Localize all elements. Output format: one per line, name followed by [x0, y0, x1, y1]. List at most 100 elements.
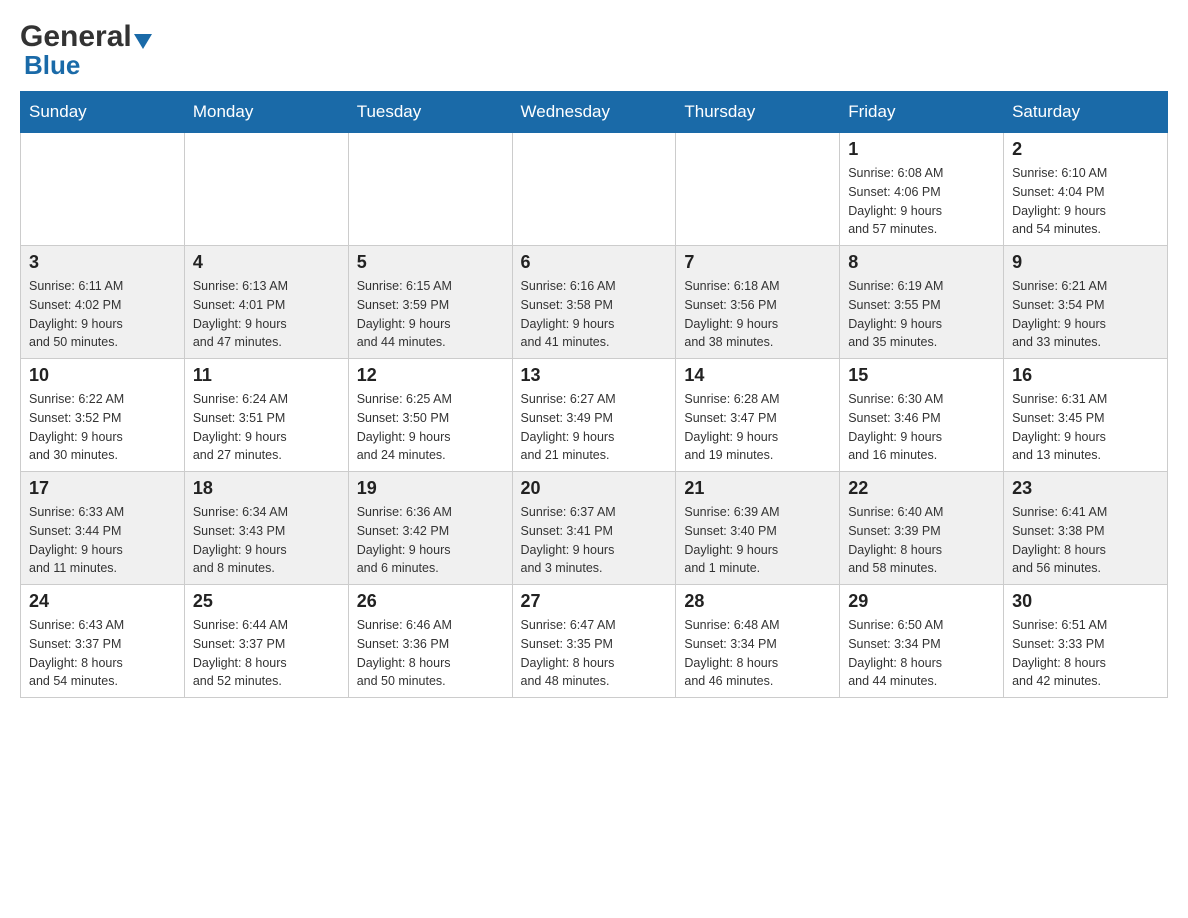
header-cell-friday: Friday [840, 92, 1004, 133]
day-number: 26 [357, 591, 504, 612]
day-number: 17 [29, 478, 176, 499]
day-number: 14 [684, 365, 831, 386]
day-info: Sunrise: 6:28 AM Sunset: 3:47 PM Dayligh… [684, 390, 831, 465]
day-info: Sunrise: 6:40 AM Sunset: 3:39 PM Dayligh… [848, 503, 995, 578]
week-row-3: 10Sunrise: 6:22 AM Sunset: 3:52 PM Dayli… [21, 359, 1168, 472]
day-info: Sunrise: 6:50 AM Sunset: 3:34 PM Dayligh… [848, 616, 995, 691]
day-number: 18 [193, 478, 340, 499]
day-number: 1 [848, 139, 995, 160]
calendar-cell [184, 133, 348, 246]
week-row-4: 17 Sunrise: 6:33 AM Sunset: 3:44 PM Dayli… [21, 472, 1168, 585]
calendar-cell [676, 133, 840, 246]
logo-general-text: General [20, 20, 132, 53]
day-info: Sunrise: 6:21 AM Sunset: 3:54 PM Dayligh… [1012, 277, 1159, 352]
calendar-cell: 25 Sunrise: 6:44 AM Sunset: 3:37 PM Dayli… [184, 585, 348, 698]
calendar-cell [348, 133, 512, 246]
day-info: Sunrise: 6:37 AM Sunset: 3:41 PM Dayligh… [521, 503, 668, 578]
day-info: Sunrise: 6:15 AM Sunset: 3:59 PM Dayligh… [357, 277, 504, 352]
logo-general-blue: General [20, 20, 152, 54]
day-info: Sunrise: 6:25 AM Sunset: 3:50 PM Dayligh… [357, 390, 504, 465]
day-info: Sunrise: 6:16 AM Sunset: 3:58 PM Dayligh… [521, 277, 668, 352]
day-info: Sunrise: 6:11 AM Sunset: 4:02 PM Dayligh… [29, 277, 176, 352]
calendar-cell: 10Sunrise: 6:22 AM Sunset: 3:52 PM Dayli… [21, 359, 185, 472]
day-number: 27 [521, 591, 668, 612]
day-info: Sunrise: 6:43 AM Sunset: 3:37 PM Dayligh… [29, 616, 176, 691]
day-number: 16 [1012, 365, 1159, 386]
day-number: 25 [193, 591, 340, 612]
calendar-cell: 8Sunrise: 6:19 AM Sunset: 3:55 PM Daylig… [840, 246, 1004, 359]
day-number: 3 [29, 252, 176, 273]
day-info: Sunrise: 6:34 AM Sunset: 3:43 PM Dayligh… [193, 503, 340, 578]
day-info: Sunrise: 6:33 AM Sunset: 3:44 PM Dayligh… [29, 503, 176, 578]
logo-triangle-icon [134, 34, 152, 49]
calendar-cell: 23Sunrise: 6:41 AM Sunset: 3:38 PM Dayli… [1004, 472, 1168, 585]
calendar-cell: 3 Sunrise: 6:11 AM Sunset: 4:02 PM Daylig… [21, 246, 185, 359]
day-number: 10 [29, 365, 176, 386]
header-cell-wednesday: Wednesday [512, 92, 676, 133]
day-number: 12 [357, 365, 504, 386]
calendar-cell: 11 Sunrise: 6:24 AM Sunset: 3:51 PM Dayli… [184, 359, 348, 472]
day-info: Sunrise: 6:24 AM Sunset: 3:51 PM Dayligh… [193, 390, 340, 465]
header-cell-saturday: Saturday [1004, 92, 1168, 133]
calendar-cell: 13 Sunrise: 6:27 AM Sunset: 3:49 PM Dayli… [512, 359, 676, 472]
day-number: 7 [684, 252, 831, 273]
day-number: 9 [1012, 252, 1159, 273]
calendar-cell: 16Sunrise: 6:31 AM Sunset: 3:45 PM Dayli… [1004, 359, 1168, 472]
header-cell-sunday: Sunday [21, 92, 185, 133]
day-number: 13 [521, 365, 668, 386]
calendar-cell: 20 Sunrise: 6:37 AM Sunset: 3:41 PM Dayli… [512, 472, 676, 585]
day-number: 5 [357, 252, 504, 273]
day-info: Sunrise: 6:47 AM Sunset: 3:35 PM Dayligh… [521, 616, 668, 691]
calendar-cell: 24 Sunrise: 6:43 AM Sunset: 3:37 PM Dayli… [21, 585, 185, 698]
calendar-cell [512, 133, 676, 246]
calendar-cell: 18 Sunrise: 6:34 AM Sunset: 3:43 PM Dayli… [184, 472, 348, 585]
calendar-body: 1 Sunrise: 6:08 AM Sunset: 4:06 PM Daylig… [21, 133, 1168, 698]
calendar-cell: 27 Sunrise: 6:47 AM Sunset: 3:35 PM Dayli… [512, 585, 676, 698]
day-number: 21 [684, 478, 831, 499]
day-info: Sunrise: 6:13 AM Sunset: 4:01 PM Dayligh… [193, 277, 340, 352]
calendar-header: SundayMondayTuesdayWednesdayThursdayFrid… [21, 92, 1168, 133]
day-number: 19 [357, 478, 504, 499]
week-row-1: 1 Sunrise: 6:08 AM Sunset: 4:06 PM Daylig… [21, 133, 1168, 246]
logo: General Blue [20, 20, 152, 81]
day-number: 30 [1012, 591, 1159, 612]
day-number: 28 [684, 591, 831, 612]
week-row-2: 3 Sunrise: 6:11 AM Sunset: 4:02 PM Daylig… [21, 246, 1168, 359]
calendar-cell: 5 Sunrise: 6:15 AM Sunset: 3:59 PM Daylig… [348, 246, 512, 359]
calendar-cell: 30 Sunrise: 6:51 AM Sunset: 3:33 PM Dayli… [1004, 585, 1168, 698]
day-number: 4 [193, 252, 340, 273]
day-info: Sunrise: 6:10 AM Sunset: 4:04 PM Dayligh… [1012, 164, 1159, 239]
day-number: 20 [521, 478, 668, 499]
day-info: Sunrise: 6:08 AM Sunset: 4:06 PM Dayligh… [848, 164, 995, 239]
day-number: 2 [1012, 139, 1159, 160]
day-info: Sunrise: 6:41 AM Sunset: 3:38 PM Dayligh… [1012, 503, 1159, 578]
calendar-cell: 17 Sunrise: 6:33 AM Sunset: 3:44 PM Dayli… [21, 472, 185, 585]
page-header: General Blue [20, 20, 1168, 81]
day-info: Sunrise: 6:46 AM Sunset: 3:36 PM Dayligh… [357, 616, 504, 691]
day-info: Sunrise: 6:44 AM Sunset: 3:37 PM Dayligh… [193, 616, 340, 691]
logo-blue-text: Blue [24, 50, 80, 81]
header-row: SundayMondayTuesdayWednesdayThursdayFrid… [21, 92, 1168, 133]
calendar-cell: 9 Sunrise: 6:21 AM Sunset: 3:54 PM Daylig… [1004, 246, 1168, 359]
calendar-cell: 15 Sunrise: 6:30 AM Sunset: 3:46 PM Dayli… [840, 359, 1004, 472]
day-info: Sunrise: 6:30 AM Sunset: 3:46 PM Dayligh… [848, 390, 995, 465]
day-number: 24 [29, 591, 176, 612]
calendar-cell: 1 Sunrise: 6:08 AM Sunset: 4:06 PM Daylig… [840, 133, 1004, 246]
calendar-table: SundayMondayTuesdayWednesdayThursdayFrid… [20, 91, 1168, 698]
day-number: 11 [193, 365, 340, 386]
calendar-cell: 4 Sunrise: 6:13 AM Sunset: 4:01 PM Daylig… [184, 246, 348, 359]
calendar-cell: 29Sunrise: 6:50 AM Sunset: 3:34 PM Dayli… [840, 585, 1004, 698]
calendar-cell: 14 Sunrise: 6:28 AM Sunset: 3:47 PM Dayli… [676, 359, 840, 472]
day-info: Sunrise: 6:27 AM Sunset: 3:49 PM Dayligh… [521, 390, 668, 465]
header-cell-thursday: Thursday [676, 92, 840, 133]
day-number: 6 [521, 252, 668, 273]
day-number: 15 [848, 365, 995, 386]
header-cell-tuesday: Tuesday [348, 92, 512, 133]
day-info: Sunrise: 6:19 AM Sunset: 3:55 PM Dayligh… [848, 277, 995, 352]
calendar-cell: 26 Sunrise: 6:46 AM Sunset: 3:36 PM Dayli… [348, 585, 512, 698]
week-row-5: 24 Sunrise: 6:43 AM Sunset: 3:37 PM Dayli… [21, 585, 1168, 698]
calendar-cell: 19 Sunrise: 6:36 AM Sunset: 3:42 PM Dayli… [348, 472, 512, 585]
header-cell-monday: Monday [184, 92, 348, 133]
day-info: Sunrise: 6:51 AM Sunset: 3:33 PM Dayligh… [1012, 616, 1159, 691]
day-info: Sunrise: 6:36 AM Sunset: 3:42 PM Dayligh… [357, 503, 504, 578]
